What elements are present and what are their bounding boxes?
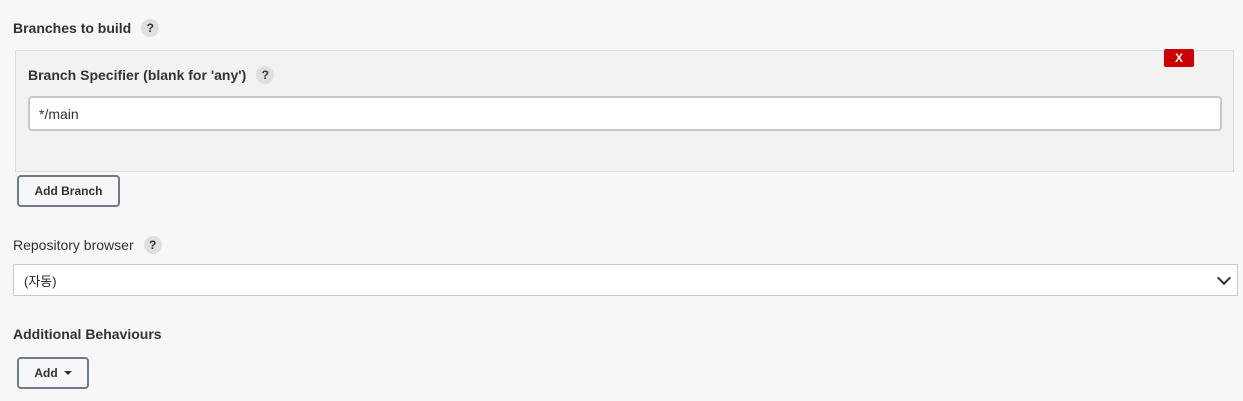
- repository-browser-select[interactable]: (자동): [13, 264, 1238, 296]
- repository-browser-header: Repository browser ?: [13, 236, 162, 254]
- branches-to-build-header: Branches to build ?: [13, 19, 160, 37]
- branch-specifier-input[interactable]: [28, 96, 1222, 131]
- caret-down-icon: [63, 371, 72, 375]
- branch-specifier-header: Branch Specifier (blank for 'any') ?: [28, 66, 275, 84]
- add-behaviour-button[interactable]: Add: [17, 357, 89, 389]
- repository-browser-label: Repository browser: [13, 237, 134, 253]
- additional-behaviours-header: Additional Behaviours: [13, 326, 162, 342]
- help-icon[interactable]: ?: [143, 236, 162, 254]
- chevron-down-icon: [1216, 270, 1232, 286]
- additional-behaviours-title: Additional Behaviours: [13, 326, 162, 342]
- delete-branch-button[interactable]: X: [1164, 49, 1194, 67]
- add-branch-button[interactable]: Add Branch: [17, 175, 120, 207]
- help-icon[interactable]: ?: [256, 66, 275, 84]
- scm-config-panel: Branches to build ? X Branch Specifier (…: [0, 0, 1243, 401]
- add-behaviour-label: Add: [34, 366, 58, 380]
- branch-specifier-label: Branch Specifier (blank for 'any'): [28, 67, 247, 83]
- repository-browser-selected-value: (자동): [24, 273, 57, 289]
- branches-to-build-title: Branches to build: [13, 20, 132, 36]
- help-icon[interactable]: ?: [141, 19, 160, 37]
